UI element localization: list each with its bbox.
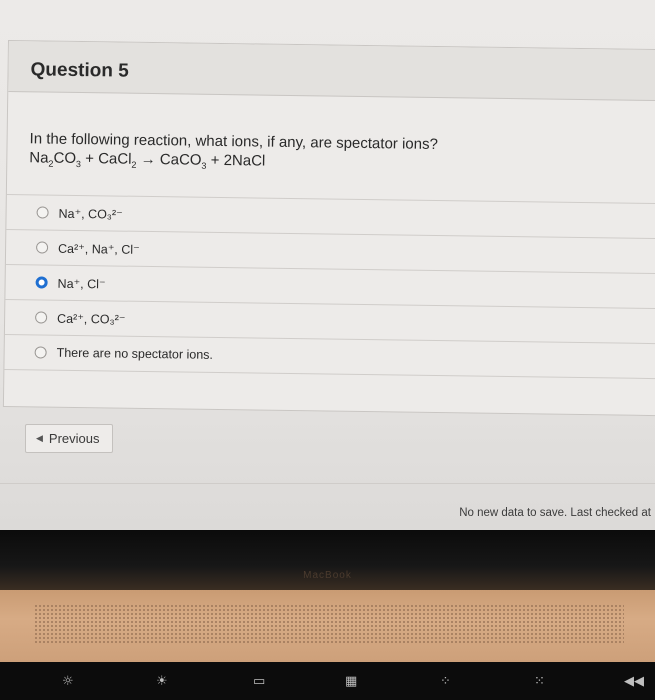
keyboard-light-down-icon[interactable]: ⁘ — [440, 674, 451, 689]
radio-button[interactable] — [36, 206, 49, 219]
radio-button-selected[interactable] — [35, 276, 48, 289]
radio-button[interactable] — [34, 346, 47, 359]
answer-label: Ca²⁺, CO₃²⁻ — [57, 311, 126, 327]
divider — [0, 483, 655, 484]
answer-label: Na⁺, Cl⁻ — [57, 276, 106, 291]
laptop-brand-label: MacBook — [303, 570, 352, 581]
screen-bezel — [0, 530, 655, 590]
browser-screen: Question 5 In the following reaction, wh… — [0, 0, 655, 530]
mission-control-icon[interactable]: ▭ — [253, 674, 265, 689]
speaker-grille — [34, 604, 624, 644]
radio-button[interactable] — [35, 311, 48, 324]
chevron-left-icon: ◀ — [36, 433, 43, 443]
question-title: Question 5 — [30, 59, 129, 82]
save-status-text: No new data to save. Last checked at — [459, 507, 651, 519]
answer-option[interactable]: There are no spectator ions. — [4, 333, 655, 380]
previous-label: Previous — [48, 431, 100, 446]
answer-options: Na⁺, CO₃²⁻ Ca²⁺, Na⁺, Cl⁻ Na⁺, Cl⁻ Ca²⁺,… — [4, 193, 655, 380]
answer-label: Na⁺, CO₃²⁻ — [58, 206, 123, 222]
question-navigation: ◀ Previous — [25, 424, 113, 453]
answer-label: Ca²⁺, Na⁺, Cl⁻ — [57, 241, 140, 257]
brightness-up-icon[interactable]: ☀ — [156, 674, 168, 689]
rewind-icon[interactable]: ◀◀ — [624, 674, 644, 689]
keyboard-light-up-icon[interactable]: ⁙ — [534, 674, 545, 689]
question-card: Question 5 In the following reaction, wh… — [2, 40, 655, 417]
brightness-down-icon[interactable]: ☼ — [62, 674, 74, 689]
touch-bar — [0, 662, 655, 700]
launchpad-icon[interactable]: ▦ — [345, 674, 357, 689]
radio-button[interactable] — [36, 241, 49, 254]
reaction-equation: Na2CO3 + CaCl2 → CaCO3 + 2NaCl — [29, 149, 266, 171]
answer-label: There are no spectator ions. — [56, 345, 214, 362]
previous-button[interactable]: ◀ Previous — [25, 424, 113, 453]
